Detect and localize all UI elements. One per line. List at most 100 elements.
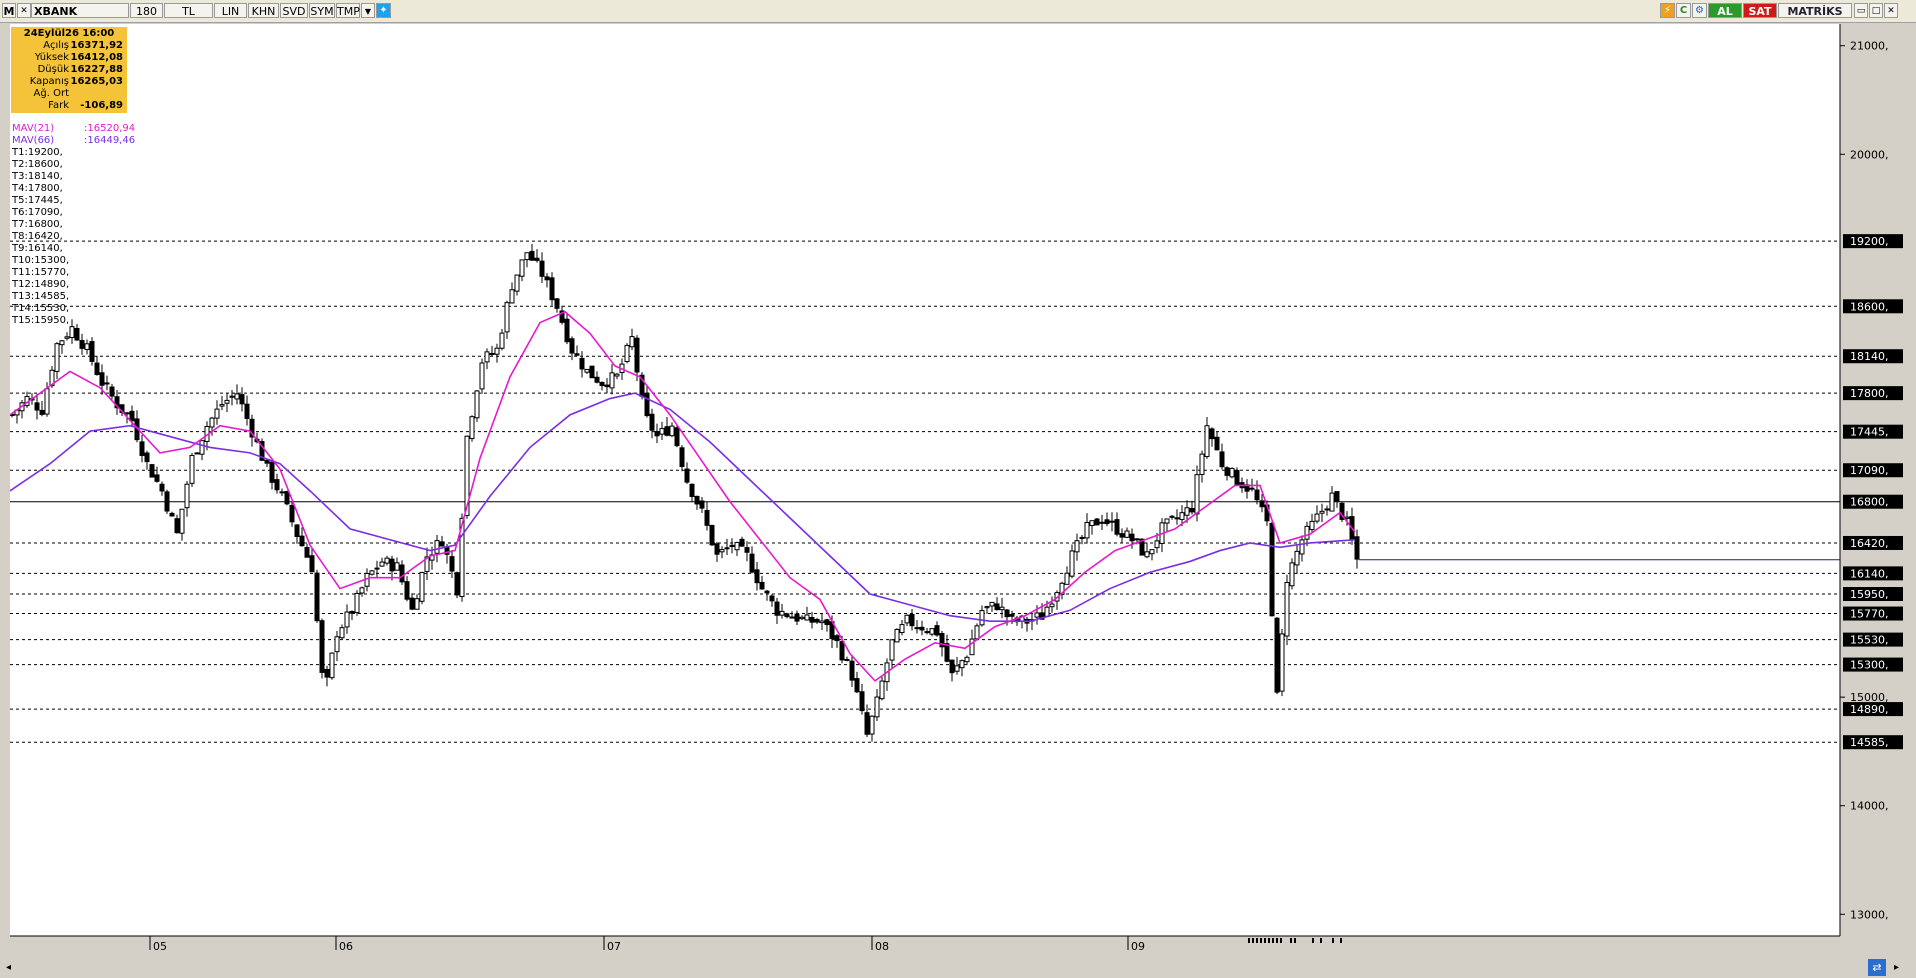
candle-body <box>439 541 445 547</box>
candle-body <box>219 404 225 407</box>
maximize-icon[interactable]: □ <box>1869 3 1883 18</box>
candle-body <box>1334 491 1340 502</box>
candle-body <box>399 564 405 583</box>
info-label: Düşük <box>37 64 69 75</box>
candle-body <box>1179 512 1185 521</box>
event-marker <box>1312 938 1314 943</box>
candle-body <box>634 337 640 373</box>
candle-body <box>409 597 415 610</box>
alert-icon[interactable]: ⚡ <box>1660 3 1675 18</box>
candle-body <box>1254 489 1260 501</box>
lin-button[interactable]: LIN <box>214 3 247 18</box>
dropdown-arrow-icon[interactable]: ▼ <box>361 3 375 18</box>
candle-body <box>139 441 145 456</box>
candle-body <box>1304 525 1310 540</box>
sym-button[interactable]: SYM <box>309 3 335 18</box>
candle-body <box>494 347 500 355</box>
refresh-icon[interactable]: C <box>1676 3 1691 18</box>
candle-body <box>1089 520 1095 527</box>
candle-body <box>909 613 915 627</box>
candle-body <box>389 558 395 572</box>
candle-body <box>929 628 935 635</box>
candle-body <box>949 659 955 674</box>
candle-body <box>964 656 970 663</box>
x-month-label: 07 <box>607 940 621 953</box>
candle-body <box>589 365 595 379</box>
candle-body <box>954 665 960 672</box>
candle-body <box>564 318 570 343</box>
candle-body <box>324 668 330 678</box>
sell-button[interactable]: SAT <box>1743 3 1777 18</box>
svd-button[interactable]: SVD <box>280 3 308 18</box>
close-window-icon[interactable]: ✕ <box>1884 3 1898 18</box>
candle-body <box>474 390 480 419</box>
sync-icon[interactable]: ⇄ <box>1868 959 1886 976</box>
symbol-field[interactable]: XBANK <box>31 3 129 18</box>
level-label: 18600, <box>1850 300 1889 313</box>
tmp-button[interactable]: TMP <box>336 3 360 18</box>
event-marker <box>1248 938 1250 943</box>
candle-body <box>994 603 1000 611</box>
level-label: 14890, <box>1850 703 1889 716</box>
candle-body <box>374 567 380 570</box>
candle-body <box>734 542 740 551</box>
level-label: 14585, <box>1850 736 1889 749</box>
x-month-label: 06 <box>339 940 353 953</box>
candle-body <box>1224 467 1230 476</box>
candle-body <box>704 509 710 526</box>
candle-body <box>849 660 855 681</box>
candle-body <box>594 376 600 383</box>
currency-field[interactable]: TL <box>164 3 213 18</box>
candle-body <box>159 483 165 492</box>
level-label: 17800, <box>1850 387 1889 400</box>
candle-body <box>864 712 870 735</box>
minimize-icon[interactable]: ▭ <box>1854 3 1868 18</box>
candle-body <box>1249 487 1255 490</box>
candle-body <box>1279 633 1285 692</box>
candle-body <box>779 610 785 616</box>
candle-body <box>244 403 250 419</box>
level-item: T5:17445, <box>12 195 63 206</box>
candle-body <box>1209 428 1215 440</box>
candle-body <box>544 276 550 281</box>
candle-body <box>499 332 505 349</box>
candle-body <box>1114 519 1120 535</box>
info-value: 16265,03 <box>70 76 123 87</box>
settings-icon[interactable]: ⚙ <box>1692 3 1707 18</box>
scroll-right-icon[interactable]: ▸ <box>1894 962 1899 973</box>
candle-body <box>154 474 160 482</box>
candle-body <box>489 352 495 355</box>
candle-body <box>354 592 360 613</box>
candle-body <box>539 260 545 277</box>
level-item: T10:15300, <box>12 255 70 266</box>
candle-body <box>454 572 460 596</box>
candle-body <box>469 416 475 440</box>
scroll-left-icon[interactable]: ◂ <box>6 962 11 973</box>
candle-body <box>414 598 420 610</box>
candle-body <box>694 495 700 505</box>
level-label: 16420, <box>1850 537 1889 550</box>
candle-body <box>614 373 620 377</box>
candle-body <box>164 491 170 512</box>
twitter-icon[interactable]: ✦ <box>376 3 391 18</box>
mav21-line <box>10 310 1356 682</box>
status-bar: ◂ ⇄ ▸ <box>0 958 1916 978</box>
candle-body <box>904 614 910 624</box>
candle-body <box>99 372 105 386</box>
candle-body <box>394 562 400 571</box>
candle-body <box>1074 540 1080 553</box>
candle-body <box>479 362 485 390</box>
level-item: T3:18140, <box>12 171 63 182</box>
event-marker <box>1320 938 1322 943</box>
candle-body <box>129 410 135 422</box>
candle-body <box>94 362 100 376</box>
candle-body <box>624 344 630 363</box>
candle-body <box>934 625 940 636</box>
khn-button[interactable]: KHN <box>248 3 279 18</box>
close-symbol-icon[interactable]: ✕ <box>17 3 31 18</box>
buy-button[interactable]: AL <box>1708 3 1742 18</box>
info-label: Ağ. Ort <box>33 88 69 99</box>
candle-body <box>844 658 850 661</box>
candle-body <box>379 561 385 567</box>
period-field[interactable]: 180 <box>130 3 163 18</box>
